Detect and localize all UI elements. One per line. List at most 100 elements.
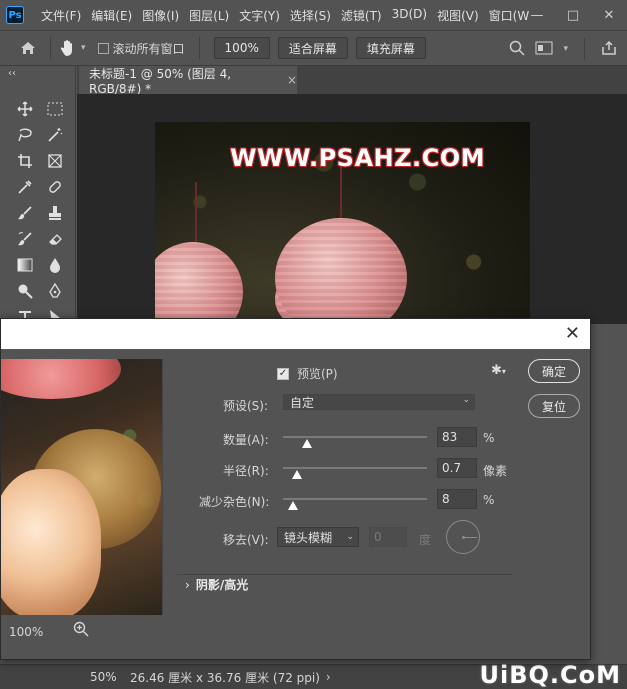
menu-edit[interactable]: 编辑(E) [86, 7, 137, 24]
amount-input[interactable]: 83 [437, 427, 477, 447]
zoom-in-icon[interactable] [73, 621, 89, 641]
angle-dial-icon [446, 520, 480, 554]
maximize-button[interactable]: □ [555, 8, 591, 23]
menu-items: 文件(F) 编辑(E) 图像(I) 图层(L) 文字(Y) 选择(S) 滤镜(T… [36, 7, 534, 24]
preview-zoom-level: 100% [9, 625, 44, 639]
radius-slider-track[interactable] [283, 467, 427, 469]
amount-unit: % [483, 431, 495, 445]
pen-tool-icon[interactable] [40, 278, 70, 304]
crop-tool-icon[interactable] [10, 148, 40, 174]
chevron-down-icon[interactable]: ▾ [81, 43, 86, 53]
reduce-noise-label: 减少杂色(N): [199, 495, 270, 509]
menu-file[interactable]: 文件(F) [36, 7, 86, 24]
move-tool-icon[interactable] [10, 96, 40, 122]
options-right: ▾ [509, 31, 627, 67]
status-doc-info: 26.46 厘米 x 36.76 厘米 (72 ppi) [130, 670, 320, 685]
preset-value: 自定 [290, 395, 315, 410]
gradient-tool-icon[interactable] [10, 252, 40, 278]
ok-button[interactable]: 确定 [528, 359, 580, 383]
menu-layer[interactable]: 图层(L) [184, 7, 234, 24]
lasso-tool-icon[interactable] [10, 122, 40, 148]
section-divider [177, 574, 513, 575]
close-window-button[interactable]: ✕ [591, 8, 627, 23]
remove-select[interactable]: 镜头模糊 ⌄ [277, 527, 359, 547]
stamp-tool-icon[interactable] [40, 200, 70, 226]
radius-input[interactable]: 0.7 [437, 458, 477, 478]
scroll-all-checkbox[interactable] [97, 42, 109, 54]
tools-panel: ‹‹ [0, 66, 76, 326]
magic-wand-tool-icon[interactable] [40, 122, 70, 148]
divider [50, 37, 51, 59]
shadows-highlights-section[interactable]: › 阴影/高光 [185, 576, 248, 593]
document-image[interactable]: WWW.PSAHZ.COM [155, 122, 530, 322]
image-watermark-text: WWW.PSAHZ.COM [230, 144, 486, 172]
healing-brush-tool-icon[interactable] [40, 174, 70, 200]
eraser-tool-icon[interactable] [40, 226, 70, 252]
canvas-area[interactable]: WWW.PSAHZ.COM [77, 94, 627, 324]
radius-slider-thumb[interactable] [292, 470, 303, 479]
dialog-title-bar: ✕ [1, 319, 590, 349]
status-menu-arrow[interactable]: › [326, 670, 331, 684]
preset-select[interactable]: 自定 ⌄ [283, 394, 475, 410]
menu-filter[interactable]: 滤镜(T) [336, 7, 387, 24]
lantern-string [195, 182, 197, 244]
amount-slider-track[interactable] [283, 436, 427, 438]
minimize-button[interactable]: — [519, 8, 555, 23]
zoom-value-field[interactable]: 100% [213, 37, 270, 59]
filter-preview[interactable] [1, 359, 163, 615]
amount-slider-thumb[interactable] [302, 439, 313, 448]
fit-screen-button[interactable]: 适合屏幕 [277, 37, 348, 59]
window-controls: — □ ✕ [519, 0, 627, 30]
remove-value: 镜头模糊 [284, 530, 333, 545]
angle-unit: 度 [419, 533, 432, 547]
menu-image[interactable]: 图像(I) [137, 7, 184, 24]
brush-tool-icon[interactable] [10, 200, 40, 226]
preview-checkbox[interactable]: ✓ [277, 367, 289, 380]
noise-unit: % [483, 493, 495, 507]
close-tab-icon[interactable]: × [287, 73, 297, 87]
reset-button[interactable]: 复位 [528, 394, 580, 418]
chevron-down-icon[interactable]: ▾ [563, 44, 568, 54]
fill-screen-button[interactable]: 填充屏幕 [355, 37, 426, 59]
dialog-close-button[interactable]: ✕ [565, 323, 580, 344]
blur-tool-icon[interactable] [40, 252, 70, 278]
search-icon[interactable] [509, 40, 525, 59]
noise-slider-track[interactable] [283, 498, 427, 500]
amount-label: 数量(A): [223, 433, 269, 447]
remove-label: 移去(V): [223, 533, 269, 547]
photoshop-logo-icon: Ps [6, 6, 24, 24]
divider [584, 38, 585, 60]
menu-3d[interactable]: 3D(D) [387, 7, 432, 24]
history-brush-tool-icon[interactable] [10, 226, 40, 252]
menu-view[interactable]: 视图(V) [432, 7, 484, 24]
chevron-down-icon: ⌄ [462, 395, 470, 405]
marquee-tool-icon[interactable] [40, 96, 70, 122]
options-bar: ▾ 滚动所有窗口 100% 适合屏幕 填充屏幕 ▾ [0, 30, 627, 66]
radius-unit: 像素 [483, 464, 508, 478]
menu-bar: Ps 文件(F) 编辑(E) 图像(I) 图层(L) 文字(Y) 选择(S) 滤… [0, 0, 627, 30]
preset-label: 预设(S): [223, 399, 269, 413]
noise-input[interactable]: 8 [437, 489, 477, 509]
eyedropper-tool-icon[interactable] [10, 174, 40, 200]
workspace-icon[interactable] [535, 41, 553, 58]
menu-select[interactable]: 选择(S) [285, 7, 336, 24]
smart-sharpen-dialog: ✕ 100% ✓ 预览(P) ✱▾ 确定 复位 预设(S): 自定 ⌄ 数量(A… [0, 318, 591, 660]
home-icon[interactable] [12, 33, 44, 63]
dodge-tool-icon[interactable] [10, 278, 40, 304]
document-tab[interactable]: 未标题-1 @ 50% (图层 4, RGB/8#) * × [79, 66, 297, 96]
frame-tool-icon[interactable] [40, 148, 70, 174]
preview-row: ✓ 预览(P) [277, 365, 338, 382]
scroll-all-label: 滚动所有窗口 [112, 41, 185, 56]
chevron-down-icon: ⌄ [346, 532, 354, 542]
menu-type[interactable]: 文字(Y) [234, 7, 285, 24]
gear-icon[interactable]: ✱▾ [491, 363, 506, 378]
document-tab-title: 未标题-1 @ 50% (图层 4, RGB/8#) * [89, 66, 232, 96]
divider [198, 37, 200, 59]
noise-slider-thumb[interactable] [288, 501, 299, 510]
hand-tool-icon[interactable] [57, 37, 79, 59]
share-icon[interactable] [601, 40, 617, 59]
preview-face [1, 469, 101, 615]
collapse-panel-icon[interactable]: ‹‹ [8, 68, 16, 79]
status-zoom[interactable]: 50% [90, 670, 126, 684]
radius-label: 半径(R): [223, 464, 269, 478]
